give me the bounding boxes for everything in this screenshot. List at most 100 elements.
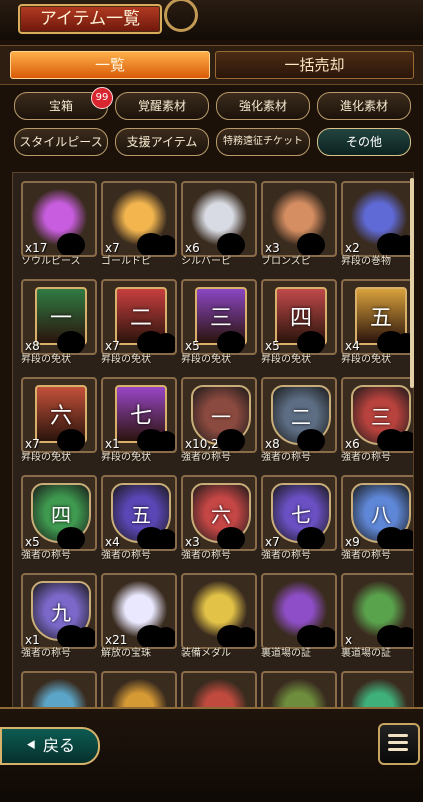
- category-chest[interactable]: 宝箱 99: [14, 87, 113, 120]
- category-evolve-material[interactable]: 進化素材: [317, 92, 411, 120]
- item-name: 強者の称号: [21, 550, 71, 561]
- item-card[interactable]: x21 解放の宝珠: [101, 573, 177, 669]
- item-card[interactable]: 五 x4 強者の称号: [101, 475, 177, 571]
- item-card[interactable]: x 裏道場の証: [341, 573, 413, 669]
- tab-bar: 一覧 一括売却: [0, 45, 423, 85]
- item-tile: 三 x5: [181, 279, 257, 355]
- item-card[interactable]: x7 ゴールドピ: [101, 181, 177, 277]
- item-name: 昇段の免状: [341, 354, 391, 365]
- scrollbar[interactable]: [410, 178, 414, 388]
- item-tile: x6: [181, 181, 257, 257]
- item-card[interactable]: 五 x4 昇段の免状: [341, 279, 413, 375]
- item-name: 強者の称号: [101, 550, 151, 561]
- item-card[interactable]: x2 昇段の巻物: [341, 181, 413, 277]
- redaction-mark: [155, 529, 175, 549]
- category-special-expedition-ticket[interactable]: 特務遠征チケット: [216, 128, 310, 156]
- item-card[interactable]: 二 x7 昇段の免状: [101, 279, 177, 375]
- item-name: 解放の宝珠: [101, 648, 151, 659]
- redaction-mark: [235, 627, 255, 647]
- item-tile: 八 x9: [341, 475, 413, 551]
- category-other[interactable]: その他: [317, 128, 411, 156]
- item-tile: x2: [341, 181, 413, 257]
- page-title: アイテム一覧: [18, 4, 162, 34]
- redaction-mark: [217, 527, 245, 549]
- rank-glyph: 四: [51, 502, 71, 527]
- item-card[interactable]: 九 x1 強者の称号: [21, 573, 97, 669]
- item-name: ブロンズピ: [261, 256, 311, 267]
- item-card[interactable]: [341, 671, 413, 708]
- item-tile: 一 x10,273: [181, 377, 257, 453]
- category-label: 宝箱: [48, 99, 73, 113]
- redaction-mark: [297, 233, 325, 255]
- item-tile: 七 x1: [101, 377, 177, 453]
- footer-bar: ⯇ 戻る: [0, 707, 423, 802]
- item-card[interactable]: 七 x1 昇段の免状: [101, 377, 177, 473]
- item-tile: x3: [261, 181, 337, 257]
- item-card[interactable]: 装備メダル: [181, 573, 257, 669]
- item-card[interactable]: x6 シルバーピ: [181, 181, 257, 277]
- title-gear-ornament-icon: [164, 0, 198, 32]
- item-name: 昇段の免状: [181, 354, 231, 365]
- item-tile: 五 x4: [101, 475, 177, 551]
- item-tile: x21: [101, 573, 177, 649]
- redaction-mark: [297, 429, 325, 451]
- item-card[interactable]: 六 x7 昇段の免状: [21, 377, 97, 473]
- rank-glyph: 二: [291, 404, 311, 429]
- rank-glyph: 九: [51, 600, 71, 625]
- item-card[interactable]: [261, 671, 337, 708]
- category-enhance-material[interactable]: 強化素材: [216, 92, 310, 120]
- item-tile: x: [341, 573, 413, 649]
- item-tile: [261, 573, 337, 649]
- rank-glyph: 二: [129, 306, 152, 331]
- item-card[interactable]: 八 x9 強者の称号: [341, 475, 413, 571]
- item-tile: 四 x5: [21, 475, 97, 551]
- item-name: シルバーピ: [181, 256, 231, 267]
- redaction-mark: [57, 233, 85, 255]
- item-card[interactable]: x17 ソウルピース: [21, 181, 97, 277]
- gem-icon: [271, 679, 327, 708]
- item-tile: 六 x7: [21, 377, 97, 453]
- item-name: 強者の称号: [21, 648, 71, 659]
- redaction-mark: [57, 527, 85, 549]
- rank-glyph: 三: [371, 404, 391, 429]
- redaction-mark: [217, 331, 245, 353]
- item-card[interactable]: 四 x5 昇段の免状: [261, 279, 337, 375]
- item-card[interactable]: 三 x5 昇段の免状: [181, 279, 257, 375]
- rank-glyph: 五: [369, 306, 392, 331]
- item-tile: 三 x6: [341, 377, 413, 453]
- redaction-mark: [155, 333, 175, 353]
- tab-list[interactable]: 一覧: [10, 51, 210, 79]
- item-tile: 四 x5: [261, 279, 337, 355]
- redaction-mark: [395, 431, 413, 451]
- category-awaken-material[interactable]: 覚醒素材: [115, 92, 209, 120]
- item-card[interactable]: 一 x10,273 強者の称号: [181, 377, 257, 473]
- item-tile: [181, 671, 257, 708]
- item-card[interactable]: 七 x7 強者の称号: [261, 475, 337, 571]
- item-card[interactable]: 一 x8 昇段の免状: [21, 279, 97, 375]
- item-name: 装備メダル: [181, 648, 231, 659]
- item-card[interactable]: 六 x3 強者の称号: [181, 475, 257, 571]
- item-card[interactable]: [21, 671, 97, 708]
- back-button[interactable]: ⯇ 戻る: [0, 727, 100, 765]
- item-card[interactable]: 二 x8 強者の称号: [261, 377, 337, 473]
- item-tile: 九 x1: [21, 573, 97, 649]
- redaction-mark: [395, 529, 413, 549]
- gem-icon: [111, 679, 167, 708]
- item-card[interactable]: [181, 671, 257, 708]
- item-card[interactable]: 四 x5 強者の称号: [21, 475, 97, 571]
- menu-icon[interactable]: [378, 723, 420, 765]
- redaction-mark: [155, 235, 175, 255]
- category-support-item[interactable]: 支援アイテム: [115, 128, 209, 156]
- rank-glyph: 一: [49, 306, 72, 331]
- tab-bulk-sell[interactable]: 一括売却: [215, 51, 414, 79]
- item-card[interactable]: [101, 671, 177, 708]
- item-tile: 一 x8: [21, 279, 97, 355]
- item-card[interactable]: x3 ブロンズピ: [261, 181, 337, 277]
- rank-glyph: 四: [289, 306, 312, 331]
- category-style-piece[interactable]: スタイルピース: [14, 128, 108, 156]
- item-tile: x17: [21, 181, 97, 257]
- item-card[interactable]: 三 x6 強者の称号: [341, 377, 413, 473]
- item-card[interactable]: 裏道場の証: [261, 573, 337, 669]
- gem-icon: [191, 679, 247, 708]
- item-name: 強者の称号: [261, 550, 311, 561]
